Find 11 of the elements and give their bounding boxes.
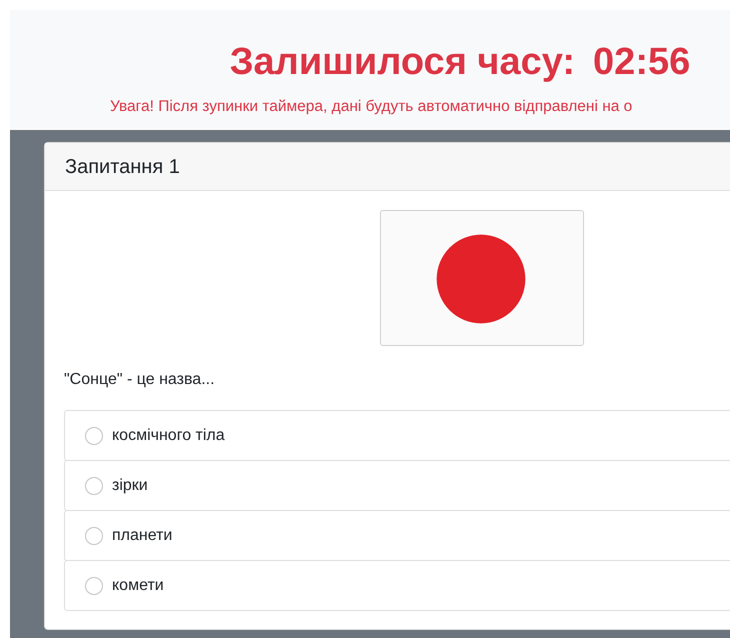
timer-value: 02:56 (593, 40, 690, 84)
radio-button[interactable] (85, 576, 103, 594)
radio-button[interactable] (85, 426, 103, 444)
card-title: Запитання 1 (65, 154, 180, 180)
timer-label: Залишилося часу: (230, 40, 576, 84)
question-text: "Сонце" - це назва... (64, 371, 215, 388)
radio-button[interactable] (85, 476, 103, 494)
warning-text: Увага! Після зупинки таймера, дані будуть автоматично відправлені на о (110, 98, 632, 115)
answer-option[interactable]: комети (64, 560, 730, 611)
radio-button[interactable] (85, 526, 103, 544)
answer-option[interactable]: космічного тіла (64, 410, 730, 461)
